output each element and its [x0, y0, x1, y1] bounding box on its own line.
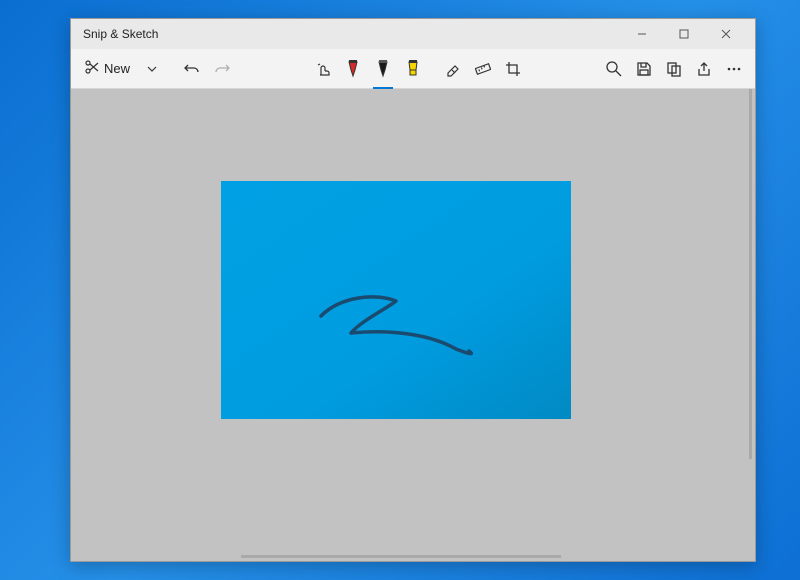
touch-writing-button[interactable]	[309, 53, 337, 85]
new-snip-button[interactable]: New	[78, 53, 136, 85]
title-bar: Snip & Sketch	[71, 19, 755, 49]
more-button[interactable]	[720, 53, 748, 85]
share-button[interactable]	[690, 53, 718, 85]
ruler-button[interactable]	[469, 53, 497, 85]
window-title: Snip & Sketch	[83, 27, 158, 41]
pencil-button[interactable]: ⌄	[369, 53, 397, 85]
undo-button[interactable]	[178, 53, 206, 85]
new-snip-dropdown[interactable]	[138, 53, 166, 85]
zoom-button[interactable]	[600, 53, 628, 85]
scissors-icon	[84, 59, 100, 78]
horizontal-scrollbar[interactable]	[241, 555, 561, 558]
minimize-button[interactable]	[621, 20, 663, 48]
redo-button[interactable]	[208, 53, 236, 85]
app-window: Snip & Sketch New	[70, 18, 756, 562]
highlighter-button[interactable]	[399, 53, 427, 85]
maximize-button[interactable]	[663, 20, 705, 48]
new-label: New	[104, 61, 130, 76]
canvas-area[interactable]	[71, 89, 755, 561]
ballpoint-pen-button[interactable]	[339, 53, 367, 85]
close-button[interactable]	[705, 20, 747, 48]
snip-canvas[interactable]	[221, 181, 571, 419]
save-button[interactable]	[630, 53, 658, 85]
toolbar: New	[71, 49, 755, 89]
vertical-scrollbar[interactable]	[749, 89, 752, 459]
eraser-button[interactable]	[439, 53, 467, 85]
crop-button[interactable]	[499, 53, 527, 85]
copy-button[interactable]	[660, 53, 688, 85]
